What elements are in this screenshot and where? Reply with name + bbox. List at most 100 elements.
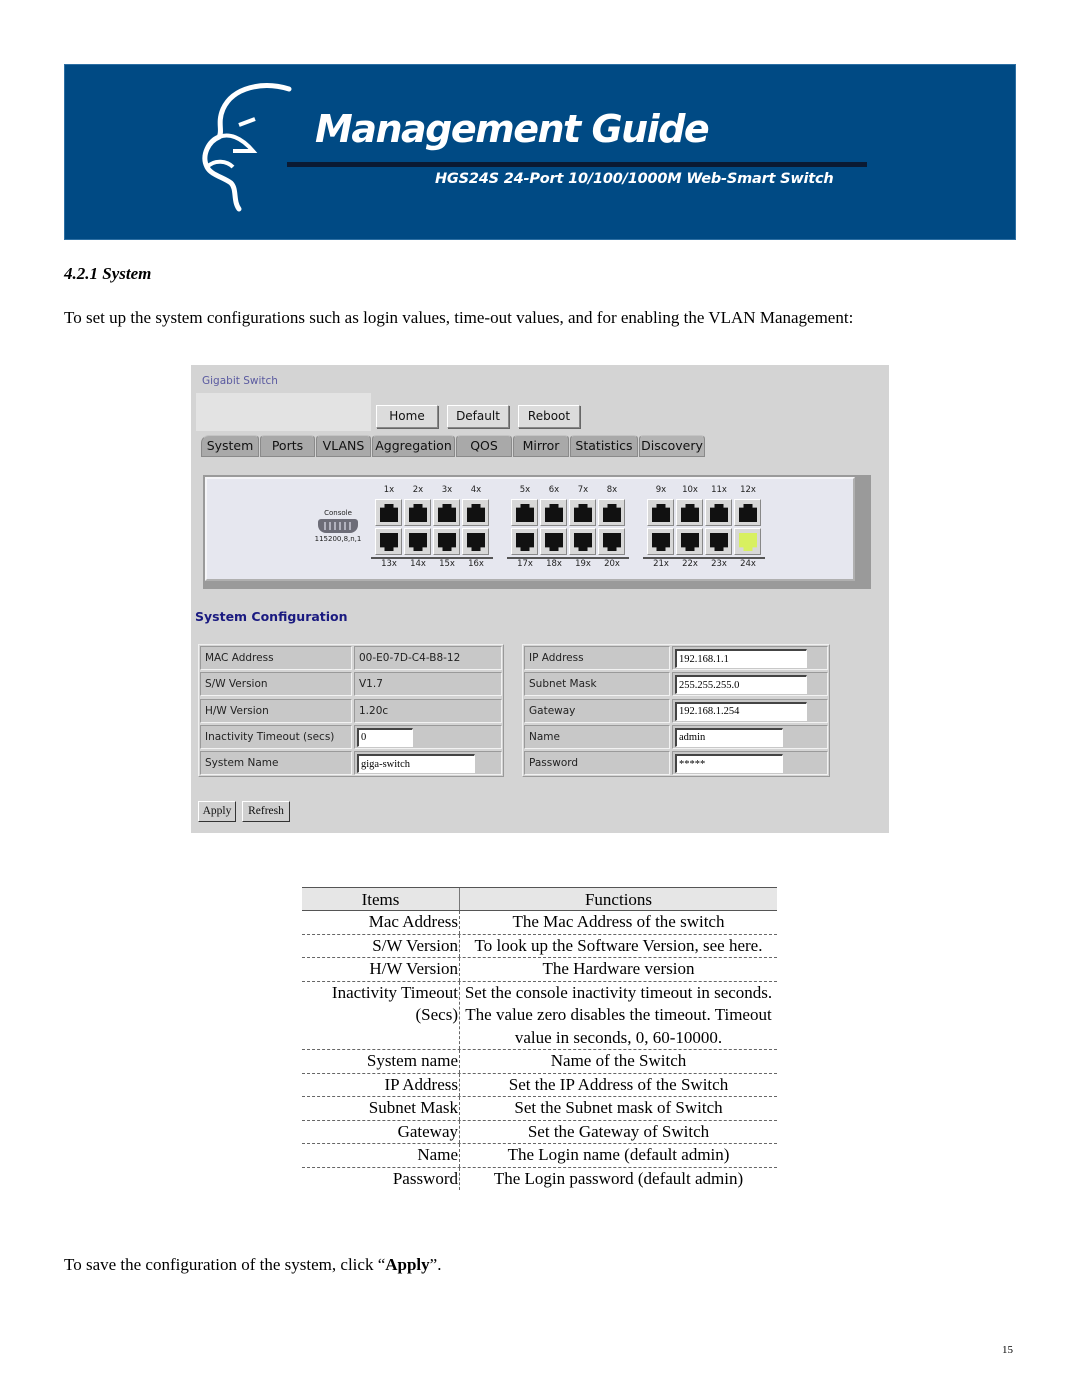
port-label-top: 5x <box>519 485 531 495</box>
ethernet-port-icon[interactable] <box>375 499 402 526</box>
table-row: Subnet Mask Set the Subnet mask of Switch <box>302 1097 777 1121</box>
port-label-top: 7x <box>577 485 589 495</box>
ethernet-port-icon[interactable] <box>598 528 625 555</box>
ethernet-port-icon[interactable] <box>540 528 567 555</box>
home-button[interactable]: Home <box>376 405 438 428</box>
ethernet-port-icon[interactable] <box>734 499 761 526</box>
rj45-jack-icon <box>574 533 592 551</box>
ethernet-port-icon[interactable] <box>676 528 703 555</box>
tab-aggregation[interactable]: Aggregation <box>372 435 455 457</box>
serial-connector-icon <box>318 519 358 533</box>
ethernet-port-icon[interactable] <box>569 528 596 555</box>
header-banner: Management Guide HGS24S 24-Port 10/100/1… <box>64 64 1016 240</box>
item-cell: IP Address <box>302 1073 460 1096</box>
ethernet-port-icon[interactable] <box>676 499 703 526</box>
field-value: 00-E0-7D-C4-B8-12 <box>354 646 502 670</box>
port-label-bottom: 23x <box>711 559 727 569</box>
ethernet-port-icon[interactable] <box>462 528 489 555</box>
ethernet-port-icon[interactable] <box>404 499 431 526</box>
ethernet-port-icon[interactable] <box>462 499 489 526</box>
port-label-top: 8x <box>606 485 618 495</box>
ethernet-port-icon[interactable] <box>375 528 402 555</box>
intro-paragraph: To set up the system configurations such… <box>64 308 854 327</box>
rj45-jack-icon <box>652 533 670 551</box>
table-row: Password The Login password (default admi… <box>302 1167 777 1190</box>
port-label-top: 10x <box>682 485 698 495</box>
function-cell: Set the IP Address of the Switch <box>508 1074 729 1094</box>
reboot-button[interactable]: Reboot <box>518 405 580 428</box>
tab-statistics[interactable]: Statistics <box>570 435 638 457</box>
tab-qos[interactable]: QOS <box>456 435 512 457</box>
tab-ports[interactable]: Ports <box>260 435 315 457</box>
function-cell: Set the Subnet mask of Switch <box>514 1098 723 1117</box>
table-header: Items Functions <box>302 887 777 911</box>
ethernet-port-icon[interactable] <box>511 499 538 526</box>
item-cell: S/W Version <box>302 934 460 957</box>
config-row: Inactivity Timeout (secs) <box>200 724 504 751</box>
rj45-jack-icon <box>438 504 456 522</box>
port-label-bottom: 17x <box>517 559 533 569</box>
port-label-bottom: 20x <box>604 559 620 569</box>
config-row: H/W Version 1.20c <box>200 698 504 725</box>
port-label-top: 3x <box>441 485 453 495</box>
field-label: Inactivity Timeout (secs) <box>200 724 352 749</box>
table-row: Name The Login name (default admin) <box>302 1144 777 1168</box>
item-cell: Inactivity Timeout (Secs) <box>302 981 460 1049</box>
default-button[interactable]: Default <box>447 405 509 428</box>
port-label-top: 12x <box>740 485 756 495</box>
item-cell: Name <box>302 1144 460 1167</box>
tab-system[interactable]: System <box>201 435 259 457</box>
rj45-jack-icon <box>603 533 621 551</box>
inactivity-timeout-secs-input[interactable] <box>357 727 413 747</box>
ethernet-port-icon[interactable] <box>705 499 732 526</box>
console-settings: 115200,8,n,1 <box>314 535 362 543</box>
ethernet-port-icon[interactable] <box>569 499 596 526</box>
field-label: Gateway <box>524 698 670 723</box>
password-input[interactable] <box>675 754 783 774</box>
ethernet-port-icon[interactable] <box>705 528 732 555</box>
ethernet-port-icon[interactable] <box>734 528 761 555</box>
footer-instruction: To save the configuration of the system,… <box>64 1255 441 1275</box>
ethernet-port-icon[interactable] <box>404 528 431 555</box>
function-cell: The Hardware version <box>542 959 695 978</box>
item-cell: Password <box>302 1167 460 1190</box>
banner-title: Management Guide <box>315 107 710 151</box>
ip-address-input[interactable] <box>675 649 807 668</box>
gateway-input[interactable] <box>675 701 807 721</box>
ethernet-port-icon[interactable] <box>647 528 674 555</box>
config-row: MAC Address 00-E0-7D-C4-B8-12 <box>200 646 504 672</box>
table-row: Gateway Set the Gateway of Switch <box>302 1120 777 1144</box>
ethernet-port-icon[interactable] <box>647 499 674 526</box>
subnet-mask-input[interactable] <box>675 675 807 695</box>
ethernet-port-icon[interactable] <box>433 528 460 555</box>
name-input[interactable] <box>675 727 783 747</box>
field-value: 1.20c <box>354 698 502 723</box>
rj45-jack-icon <box>574 504 592 522</box>
ethernet-port-icon[interactable] <box>433 499 460 526</box>
tab-vlans[interactable]: VLANS <box>316 435 371 457</box>
ethernet-port-icon[interactable] <box>598 499 625 526</box>
tab-discovery[interactable]: Discovery <box>639 435 705 457</box>
config-row: Gateway <box>524 698 830 725</box>
system-name-input[interactable] <box>357 754 475 774</box>
apply-button[interactable]: Apply <box>198 801 236 822</box>
brand-box <box>196 393 371 431</box>
rj45-jack-icon <box>681 533 699 551</box>
function-cell: The Login password (default admin) <box>493 1168 744 1188</box>
ethernet-port-icon[interactable] <box>511 528 538 555</box>
refresh-button[interactable]: Refresh <box>242 801 290 822</box>
rj45-jack-icon <box>739 504 757 522</box>
function-cell: Name of the Switch <box>550 1051 687 1070</box>
tab-mirror[interactable]: Mirror <box>513 435 569 457</box>
config-row: S/W Version V1.7 <box>200 672 504 698</box>
rj45-jack-icon <box>409 504 427 522</box>
console-port: Console 115200,8,n,1 <box>303 509 373 543</box>
rj45-jack-icon <box>681 504 699 522</box>
console-label: Console <box>324 509 352 517</box>
port-label-top: 4x <box>470 485 482 495</box>
rj45-jack-icon <box>710 504 728 522</box>
banner-subtitle: HGS24S 24-Port 10/100/1000M Web-Smart Sw… <box>435 171 834 187</box>
port-label-bottom: 19x <box>575 559 591 569</box>
function-cell: The Login name (default admin) <box>507 1145 730 1164</box>
ethernet-port-icon[interactable] <box>540 499 567 526</box>
